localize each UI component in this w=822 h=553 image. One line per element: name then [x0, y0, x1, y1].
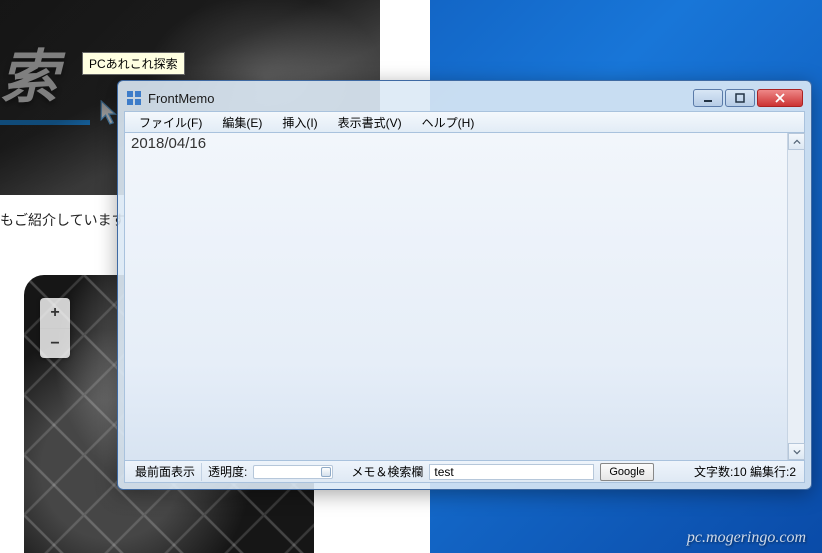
menu-help[interactable]: ヘルプ(H): [412, 112, 485, 133]
titlebar[interactable]: FrontMemo: [124, 87, 805, 109]
hero-text: 索: [0, 30, 54, 114]
char-count-label: 文字数:10 編集行:2: [694, 463, 800, 480]
page-caption: もご紹介しています: [0, 210, 126, 230]
slider-thumb[interactable]: [321, 467, 331, 477]
maximize-button[interactable]: [725, 89, 755, 107]
menu-file[interactable]: ファイル(F): [129, 112, 212, 133]
editor-content: 2018/04/16: [131, 135, 206, 152]
app-icon: [126, 90, 142, 106]
vertical-scrollbar[interactable]: [787, 133, 804, 460]
scroll-down-button[interactable]: [788, 443, 805, 460]
google-button[interactable]: Google: [600, 463, 653, 481]
opacity-slider[interactable]: [253, 465, 333, 479]
frontmemo-window: FrontMemo ファイル(F) 編集(E) 挿入(I) 表示書式(V) ヘル…: [117, 80, 812, 490]
menu-view[interactable]: 表示書式(V): [328, 112, 412, 133]
zoom-out-button[interactable]: −: [40, 328, 70, 358]
search-label: メモ＆検索欄: [351, 463, 423, 480]
close-button[interactable]: [757, 89, 803, 107]
zoom-in-button[interactable]: +: [40, 298, 70, 328]
opacity-label: 透明度:: [208, 463, 247, 480]
menubar: ファイル(F) 編集(E) 挿入(I) 表示書式(V) ヘルプ(H): [124, 111, 805, 133]
search-input[interactable]: [429, 464, 594, 480]
window-title: FrontMemo: [148, 91, 693, 106]
hero-underline: [0, 120, 90, 125]
topmost-toggle[interactable]: 最前面表示: [129, 463, 202, 481]
text-editor[interactable]: 2018/04/16: [124, 133, 805, 461]
minimize-button[interactable]: [693, 89, 723, 107]
scroll-up-button[interactable]: [788, 133, 805, 150]
map-zoom-control: + −: [40, 298, 70, 358]
menu-edit[interactable]: 編集(E): [212, 112, 272, 133]
tooltip: PCあれこれ探索: [82, 52, 185, 75]
menu-insert[interactable]: 挿入(I): [272, 112, 327, 133]
statusbar: 最前面表示 透明度: メモ＆検索欄 Google 文字数:10 編集行:2: [124, 461, 805, 483]
